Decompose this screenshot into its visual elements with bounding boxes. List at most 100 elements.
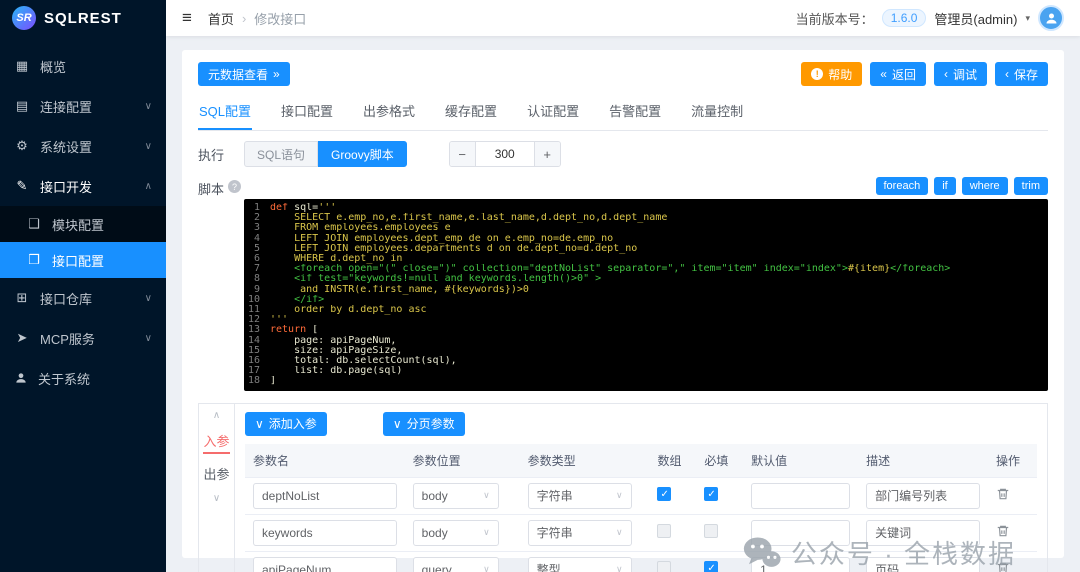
sql-mode-button[interactable]: SQL语句 [244, 141, 318, 167]
param-name-input[interactable] [253, 483, 397, 509]
database-icon [14, 98, 30, 114]
paging-param-label: 分页参数 [407, 415, 455, 432]
delete-icon[interactable] [996, 524, 1010, 538]
pencil-icon [14, 178, 30, 194]
debug-button[interactable]: 调试 [934, 62, 987, 86]
default-value-input[interactable] [751, 557, 850, 572]
tab-output-format[interactable]: 出参格式 [362, 94, 416, 130]
default-value-input[interactable] [751, 483, 850, 509]
avatar[interactable] [1038, 5, 1064, 31]
tab-alert-config[interactable]: 告警配置 [608, 94, 662, 130]
snippet-foreach-button[interactable]: foreach [876, 177, 929, 195]
add-param-button[interactable]: 添加入参 [245, 412, 327, 436]
sidebar-item-mcp-service[interactable]: MCP服务 [0, 318, 166, 358]
sidebar-item-overview[interactable]: 概览 [0, 46, 166, 86]
param-position-select[interactable]: body [413, 520, 499, 546]
required-checkbox[interactable] [704, 487, 718, 501]
tab-flow-control[interactable]: 流量控制 [690, 94, 744, 130]
sidebar-item-about-system[interactable]: 关于系统 [0, 358, 166, 398]
debug-label: 调试 [953, 66, 977, 83]
description-input[interactable] [866, 520, 980, 546]
param-position-select[interactable]: query [413, 557, 499, 572]
snippet-where-button[interactable]: where [962, 177, 1008, 195]
paging-param-button[interactable]: 分页参数 [383, 412, 465, 436]
sidebar-item-api-config[interactable]: 接口配置 [0, 242, 166, 278]
timeout-stepper: − + [449, 141, 561, 167]
required-checkbox[interactable] [704, 561, 718, 572]
save-button[interactable]: 保存 [995, 62, 1048, 86]
sidebar-item-label: 关于系统 [38, 369, 90, 388]
code-line: 4 LEFT JOIN employees.dept_emp de on e.e… [244, 234, 1048, 244]
tab-sql-config[interactable]: SQL配置 [198, 94, 252, 130]
snippet-buttons: foreach if where trim [244, 177, 1048, 195]
param-position-select[interactable]: body [413, 483, 499, 509]
collapse-down-icon[interactable] [213, 493, 220, 504]
param-type-select[interactable]: 整型 [528, 557, 632, 572]
param-type-select[interactable]: 字符串 [528, 483, 632, 509]
grid-icon [14, 58, 30, 74]
col-header-name: 参数名 [245, 444, 405, 478]
param-type-select[interactable]: 字符串 [528, 520, 632, 546]
array-checkbox[interactable] [657, 524, 671, 538]
version-badge[interactable]: 1.6.0 [882, 9, 927, 27]
chevron-down-icon [616, 527, 623, 538]
editor-card: 元数据查看 帮助 返回 调 [182, 50, 1064, 558]
chevron-down-icon [616, 490, 623, 501]
tab-auth-config[interactable]: 认证配置 [526, 94, 580, 130]
tab-cache-config[interactable]: 缓存配置 [444, 94, 498, 130]
chevron-down-icon[interactable] [1025, 13, 1030, 24]
chevron-down-icon [483, 564, 490, 572]
chevron-down-icon [145, 101, 152, 112]
array-checkbox[interactable] [657, 487, 671, 501]
breadcrumb-home[interactable]: 首页 [208, 9, 234, 28]
code-line: 10 </if> [244, 295, 1048, 305]
decrement-button[interactable]: − [450, 142, 476, 166]
caret-down-icon [255, 418, 264, 430]
code-line: 1def sql=''' [244, 203, 1048, 213]
collapse-up-icon[interactable] [213, 410, 220, 421]
metadata-view-button[interactable]: 元数据查看 [198, 62, 290, 86]
code-line: 14 page: apiPageNum, [244, 336, 1048, 346]
description-input[interactable] [866, 483, 980, 509]
breadcrumb: 首页 › 修改接口 [208, 9, 306, 28]
sidebar-item-label: MCP服务 [40, 329, 95, 348]
groovy-mode-button[interactable]: Groovy脚本 [318, 141, 407, 167]
code-editor[interactable]: 1def sql='''2 SELECT e.emp_no,e.first_na… [244, 199, 1048, 391]
tab-output-params[interactable]: 出参 [203, 464, 229, 483]
back-button[interactable]: 返回 [870, 62, 926, 86]
tab-input-params[interactable]: 入参 [203, 431, 229, 454]
logo-icon: SR [12, 6, 36, 30]
sidebar-item-system-settings[interactable]: 系统设置 [0, 126, 166, 166]
help-button[interactable]: 帮助 [801, 62, 862, 86]
snippet-if-button[interactable]: if [934, 177, 956, 195]
increment-button[interactable]: + [534, 142, 560, 166]
logo[interactable]: SR SQLREST [0, 0, 166, 36]
array-checkbox[interactable] [657, 561, 671, 572]
version-label: 当前版本号： [796, 9, 874, 28]
sidebar-item-api-development[interactable]: 接口开发 [0, 166, 166, 206]
folder-icon [26, 216, 42, 232]
header-right: 当前版本号： 1.6.0 管理员(admin) [796, 5, 1064, 31]
description-input[interactable] [866, 557, 980, 572]
sidebar-item-label: 接口开发 [40, 177, 92, 196]
default-value-input[interactable] [751, 520, 850, 546]
snippet-trim-button[interactable]: trim [1014, 177, 1048, 195]
menu-collapse-icon[interactable] [182, 8, 192, 28]
breadcrumb-current: 修改接口 [254, 9, 306, 28]
param-name-input[interactable] [253, 557, 397, 572]
required-checkbox[interactable] [704, 524, 718, 538]
timeout-input[interactable] [476, 142, 534, 166]
col-header-position: 参数位置 [405, 444, 520, 478]
sidebar-item-connection-config[interactable]: 连接配置 [0, 86, 166, 126]
user-menu[interactable]: 管理员(admin) [934, 9, 1017, 28]
delete-icon[interactable] [996, 487, 1010, 501]
tab-api-config[interactable]: 接口配置 [280, 94, 334, 130]
sidebar-item-module-config[interactable]: 模块配置 [0, 206, 166, 242]
delete-icon[interactable] [996, 561, 1010, 572]
param-name-input[interactable] [253, 520, 397, 546]
table-header-row: 参数名 参数位置 参数类型 数组 必填 默认值 描述 操作 [245, 444, 1037, 478]
chevron-down-icon [616, 564, 623, 572]
sidebar-submenu: 模块配置 接口配置 [0, 206, 166, 278]
info-icon[interactable] [228, 180, 241, 193]
sidebar-item-api-repository[interactable]: 接口仓库 [0, 278, 166, 318]
